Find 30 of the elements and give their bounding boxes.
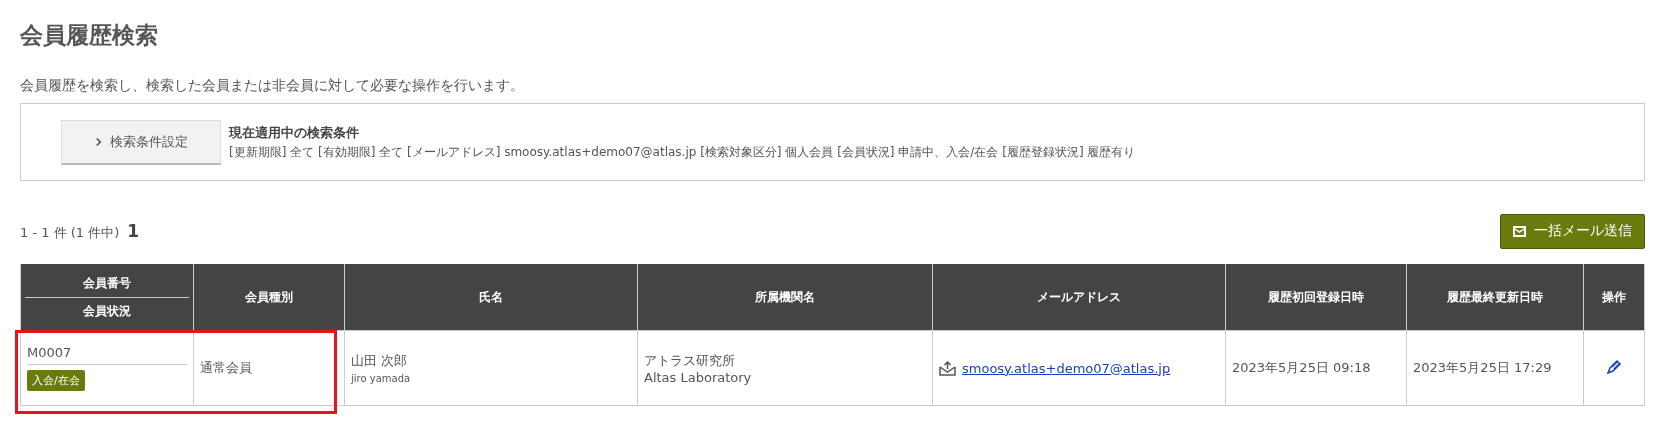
column-header: 会員番号 [25, 270, 189, 298]
member-name: 山田 次郎 [351, 352, 409, 370]
conditions-heading: 現在適用中の検索条件 [229, 123, 360, 142]
column-header: 履歴初回登録日時 [1225, 264, 1407, 331]
status-badge: 入会/在会 [27, 370, 85, 391]
pen-icon[interactable] [1606, 358, 1622, 375]
organization-name: アトラス研究所 [644, 351, 736, 370]
column-header: メールアドレス [932, 264, 1226, 331]
column-header: 所属機関名 [637, 264, 933, 331]
page-title: 会員履歴検索 [20, 21, 159, 50]
table-cell: 2023年5月25日 09:18 [1225, 330, 1407, 406]
mail-send-icon [939, 360, 956, 376]
page-number[interactable]: 1 [127, 220, 140, 241]
column-header: 氏名 [344, 264, 638, 331]
column-header: 会員種別 [193, 264, 345, 331]
mail-icon [1513, 225, 1526, 237]
member-number: M0007 [27, 345, 187, 365]
bulk-mail-button[interactable]: 一括メール送信 [1500, 213, 1645, 249]
page-description: 会員履歴を検索し、検索した会員または非会員に対して必要な操作を行います。 [20, 77, 525, 95]
column-header: 履歴最終更新日時 [1406, 264, 1584, 331]
table-cell: 2023年5月25日 17:29 [1406, 330, 1584, 406]
member-name-roman: jiro yamada [351, 373, 412, 384]
column-header: 会員状況 [82, 302, 132, 320]
column-header: 操作 [1583, 264, 1645, 331]
result-count: 1 - 1 件 (1 件中) [20, 223, 120, 242]
conditions-text: [更新期限] 全て [有効期限] 全て [メールアドレス] smoosy.atlas+demo07@atlas.jp [検索対象区分] 個人会員 [会員状況] 申請中、入会/在会 [履歴登録状況] 履歴有り [229, 143, 1136, 161]
organization-name-english: Altas Laboratory [644, 369, 753, 385]
email-link[interactable]: smoosy.atlas+demo07@atlas.jp [962, 360, 1171, 376]
chevron-right-icon [94, 136, 102, 147]
search-settings-button[interactable]: 検索条件設定 [61, 119, 221, 165]
